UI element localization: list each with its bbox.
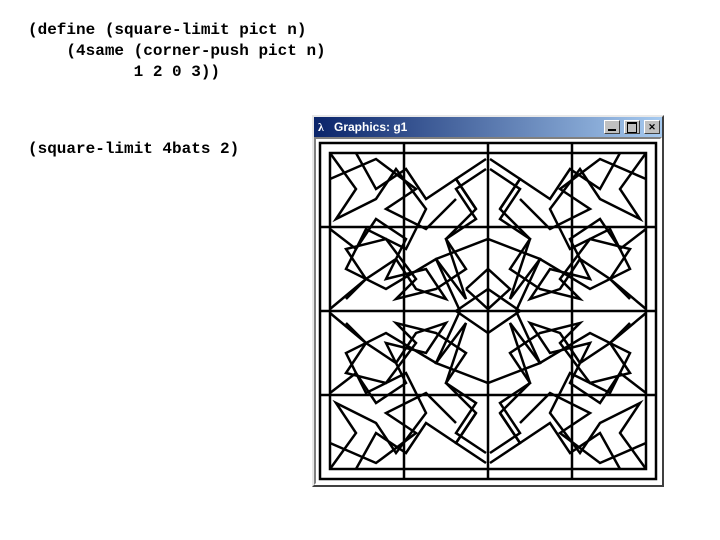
titlebar[interactable]: λ Graphics: g1 ✕ — [314, 117, 662, 137]
code-block: (define (square-limit pict n) (4same (co… — [28, 20, 326, 82]
graphics-window: λ Graphics: g1 ✕ — [312, 115, 664, 487]
call-expression: (square-limit 4bats 2) — [28, 140, 239, 158]
lambda-icon: λ — [316, 120, 330, 134]
graphics-canvas — [314, 137, 662, 485]
minimize-button[interactable] — [604, 120, 620, 134]
code-line-1: (define (square-limit pict n) — [28, 21, 306, 39]
square-limit-drawing — [316, 139, 660, 483]
maximize-button[interactable] — [624, 120, 640, 134]
svg-text:λ: λ — [318, 120, 324, 134]
code-line-3: 1 2 0 3)) — [28, 63, 220, 81]
code-line-2: (4same (corner-push pict n) — [28, 42, 326, 60]
close-button[interactable]: ✕ — [644, 120, 660, 134]
window-title: Graphics: g1 — [334, 120, 600, 134]
